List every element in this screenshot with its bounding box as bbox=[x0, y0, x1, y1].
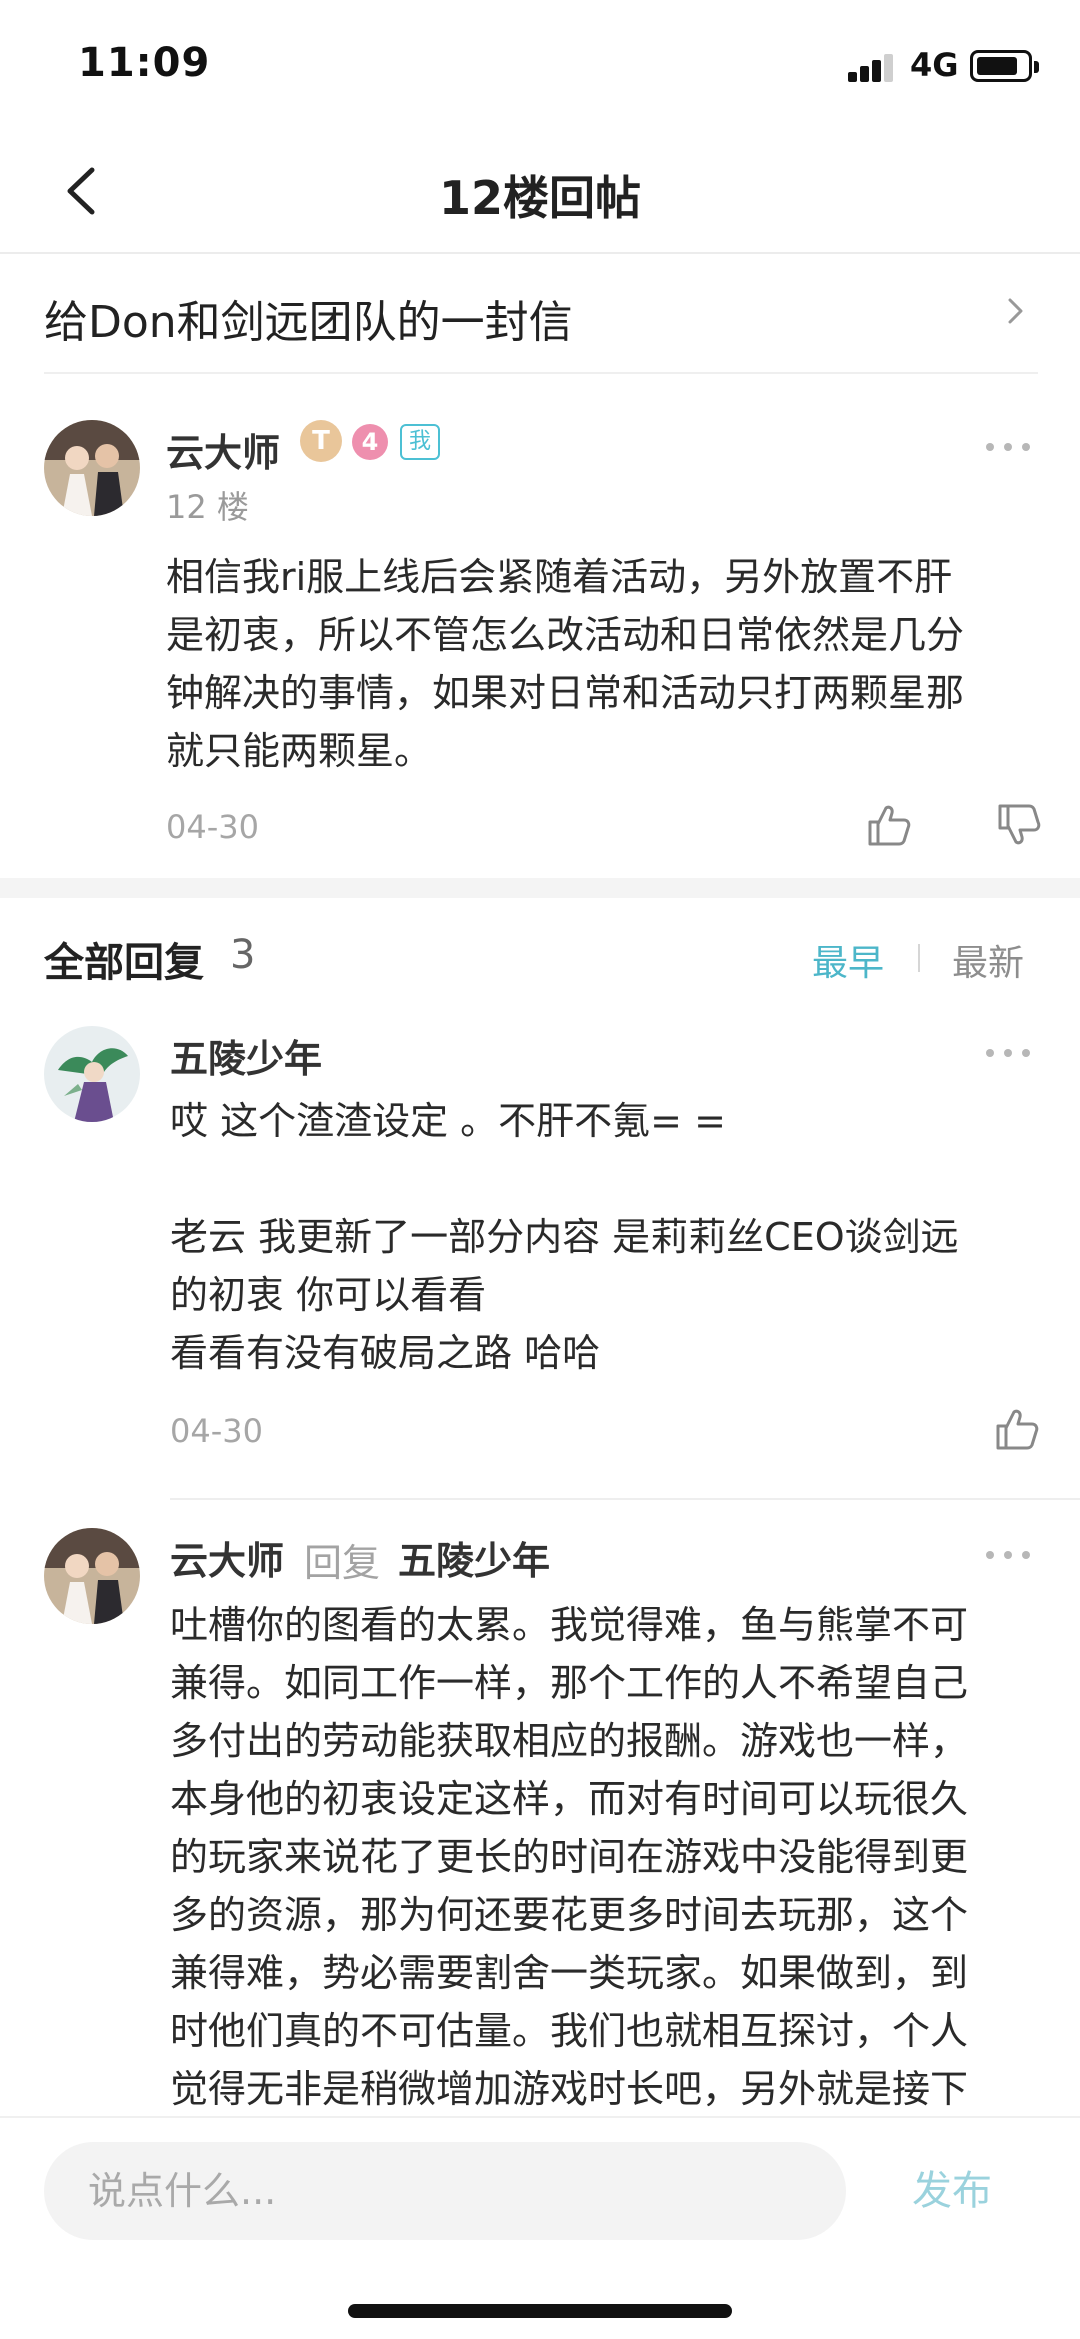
status-time: 11:09 bbox=[78, 40, 211, 86]
sort-separator bbox=[918, 944, 920, 972]
post-date: 04-30 bbox=[166, 808, 259, 846]
home-indicator bbox=[348, 2304, 732, 2318]
nav-bar: 12楼回帖 bbox=[0, 130, 1080, 254]
reply-divider bbox=[170, 1498, 1080, 1500]
post-floor: 12 楼 bbox=[166, 488, 249, 526]
network-type: 4G bbox=[910, 46, 959, 84]
reply-keyword: 回复 bbox=[304, 1541, 381, 1585]
reply-avatar[interactable] bbox=[44, 1026, 140, 1122]
replies-header: 全部回复 bbox=[44, 940, 204, 986]
more-options-button[interactable] bbox=[986, 1043, 1032, 1063]
thumbs-up-icon[interactable] bbox=[864, 800, 914, 850]
more-options-button[interactable] bbox=[986, 437, 1032, 457]
more-options-button[interactable] bbox=[986, 1545, 1032, 1565]
sort-newest-tab[interactable]: 最新 bbox=[952, 934, 1024, 986]
avatar-image bbox=[44, 420, 140, 516]
me-badge: 我 bbox=[400, 424, 440, 460]
post-author[interactable]: 云大师 bbox=[166, 422, 280, 477]
page-title: 12楼回帖 bbox=[438, 171, 641, 225]
comment-input[interactable] bbox=[44, 2142, 846, 2240]
chevron-right-icon bbox=[1008, 298, 1023, 324]
avatar-image bbox=[44, 1026, 140, 1122]
sort-earliest-tab[interactable]: 最早 bbox=[812, 934, 884, 986]
reply-avatar[interactable] bbox=[44, 1528, 140, 1624]
status-bar: 11:09 4G bbox=[0, 0, 1080, 130]
reply-target-author[interactable]: 五陵少年 bbox=[398, 1530, 550, 1585]
reply-content: 吐槽你的图看的太累。我觉得难，鱼与熊掌不可 兼得。如同工作一样，那个工作的人不希… bbox=[170, 1603, 969, 2111]
reply-content: 哎 这个渣渣设定 。不肝不氪= = 老云 我更新了一部分内容 是莉莉丝CEO谈剑… bbox=[170, 1099, 959, 1375]
reply-date: 04-30 bbox=[170, 1412, 263, 1450]
section-gap bbox=[0, 878, 1080, 898]
thumbs-up-icon[interactable] bbox=[992, 1404, 1042, 1454]
publish-button[interactable]: 发布 bbox=[912, 2158, 992, 2216]
avatar[interactable] bbox=[44, 420, 140, 516]
thread-link[interactable]: 给Don和剑远团队的一封信 bbox=[44, 254, 1038, 374]
post-content: 相信我ri服上线后会紧随着活动，另外放置不肝 是初衷，所以不管怎么改活动和日常依… bbox=[166, 555, 965, 773]
thread-title: 给Don和剑远团队的一封信 bbox=[44, 297, 573, 348]
reply-author[interactable]: 云大师 bbox=[170, 1530, 284, 1585]
title-badge: T bbox=[300, 420, 342, 462]
level-badge: 4 bbox=[352, 424, 388, 460]
reply-author[interactable]: 五陵少年 bbox=[170, 1028, 322, 1083]
replies-count: 3 bbox=[230, 932, 256, 978]
thumbs-down-icon[interactable] bbox=[994, 800, 1044, 850]
battery-icon bbox=[970, 50, 1039, 82]
signal-icon bbox=[848, 52, 898, 82]
avatar-image bbox=[44, 1528, 140, 1624]
